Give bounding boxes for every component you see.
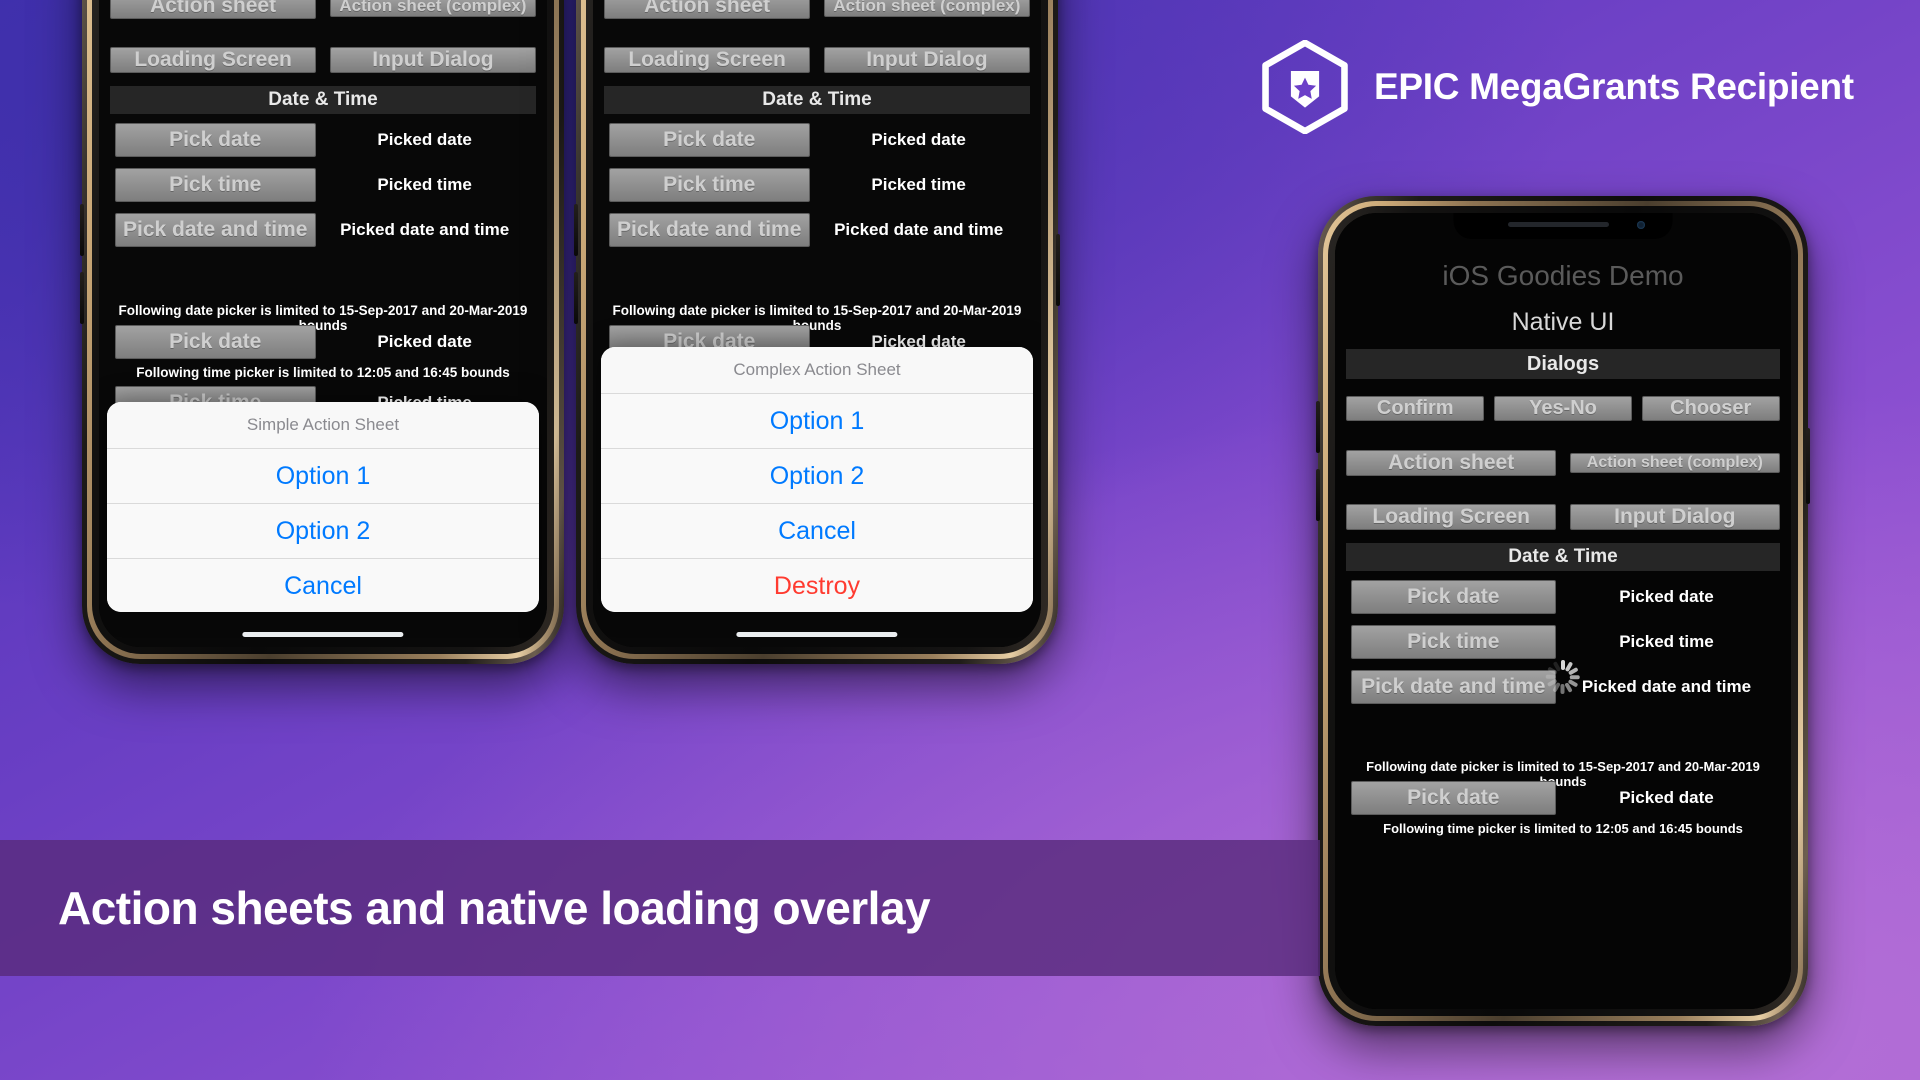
earpiece-speaker [1508,222,1609,227]
dialog-buttons-row-2: Action sheet Action sheet (complex) [110,0,536,24]
dialog-buttons-row-3-r: Loading Screen Input Dialog [1346,499,1780,535]
bounded-pick-date-button[interactable]: Pick date [114,325,316,359]
action-sheet-complex-button[interactable]: Action sheet (complex) [1570,453,1780,473]
picked-date-and-time-label: Picked date and time [834,220,1004,239]
epic-megagrants-badge: EPIC MegaGrants Recipient [1258,39,1854,135]
phone-middle: Confirm Yes-No Chooser Action sheet Acti… [574,0,1060,664]
chooser-button[interactable]: Chooser [1641,395,1780,421]
confirm-button[interactable]: Confirm [1346,395,1485,421]
picked-time-label: Picked time [1619,632,1714,651]
epic-megagrants-shield-hexagon-icon [1258,39,1352,135]
datetime-section-header: Date & Time [110,86,536,114]
pick-date-row: Pick date Picked date [608,123,1028,157]
phone-left-screen: Confirm Yes-No Chooser Action sheet Acti… [99,0,547,647]
app-screen-right: iOS Goodies Demo Native UI Dialogs Confi… [1335,213,1791,1009]
phone-middle-volume-down-button[interactable] [574,272,578,324]
pick-datetime-row: Pick date and time Picked date and time [114,213,534,247]
phone-middle-screen: Confirm Yes-No Chooser Action sheet Acti… [593,0,1041,647]
pick-date-row: Pick date Picked date [1350,580,1777,614]
pick-time-button[interactable]: Pick time [608,168,810,202]
pick-time-button[interactable]: Pick time [114,168,316,202]
caption-banner: Action sheets and native loading overlay [0,840,1320,976]
action-sheet-button[interactable]: Action sheet [1346,450,1556,476]
input-dialog-button[interactable]: Input Dialog [1570,504,1780,530]
bounded-pick-date-row: Pick date Picked date [114,325,534,359]
phone-right: iOS Goodies Demo Native UI Dialogs Confi… [1316,196,1810,1026]
app-title: iOS Goodies Demo [1442,260,1684,291]
app-screen-left: Confirm Yes-No Chooser Action sheet Acti… [99,0,547,647]
loading-screen-button[interactable]: Loading Screen [110,47,316,73]
app-screen-middle: Confirm Yes-No Chooser Action sheet Acti… [593,0,1041,647]
pick-date-button[interactable]: Pick date [1350,580,1556,614]
dialog-buttons-row-2-m: Action sheet Action sheet (complex) [604,0,1030,24]
pick-date-row: Pick date Picked date [114,123,534,157]
phone-right-volume-down-button[interactable] [1316,469,1320,521]
epic-megagrants-label: EPIC MegaGrants Recipient [1374,66,1854,107]
picked-date-and-time-label: Picked date and time [1581,677,1752,696]
input-dialog-button[interactable]: Input Dialog [824,47,1030,73]
datetime-section-header: Date & Time [604,86,1030,114]
simple-action-sheet-option-1[interactable]: Option 1 [107,448,539,503]
pick-date-and-time-button[interactable]: Pick date and time [114,213,316,247]
pick-date-and-time-button[interactable]: Pick date and time [1350,670,1556,704]
complex-action-sheet: Complex Action Sheet Option 1 Option 2 C… [601,347,1033,612]
phone-left: Confirm Yes-No Chooser Action sheet Acti… [80,0,564,664]
loading-screen-button[interactable]: Loading Screen [1346,504,1556,530]
loading-screen-button[interactable]: Loading Screen [604,47,810,73]
yes-no-button[interactable]: Yes-No [1494,395,1632,421]
action-sheet-complex-button[interactable]: Action sheet (complex) [824,0,1030,17]
action-sheet-complex-button[interactable]: Action sheet (complex) [330,0,536,17]
phone-right-power-button[interactable] [1806,428,1810,504]
native-ui-section-title: Native UI [1511,308,1615,336]
complex-action-sheet-option-1[interactable]: Option 1 [601,393,1033,448]
pick-time-row: Pick time Picked time [114,168,534,202]
pick-datetime-row: Pick date and time Picked date and time [608,213,1028,247]
home-indicator-middle [736,632,898,637]
bounded-pick-date-row: Pick date Picked date [1350,781,1777,815]
pick-date-button[interactable]: Pick date [114,123,316,157]
dialog-buttons-row-1-r: Confirm Yes-No Chooser [1346,390,1780,426]
pick-date-button[interactable]: Pick date [608,123,810,157]
complex-action-sheet-option-2[interactable]: Option 2 [601,448,1033,503]
picked-date-label: Picked date [377,130,472,149]
simple-action-sheet: Simple Action Sheet Option 1 Option 2 Ca… [107,402,539,612]
picked-time-label: Picked time [871,175,966,194]
home-indicator-left [242,632,404,637]
dialog-buttons-row-2-r: Action sheet Action sheet (complex) [1346,445,1780,481]
pick-date-and-time-button[interactable]: Pick date and time [608,213,810,247]
complex-action-sheet-destroy[interactable]: Destroy [601,558,1033,612]
dialog-buttons-row-3: Loading Screen Input Dialog [110,42,536,78]
complex-action-sheet-cancel[interactable]: Cancel [601,503,1033,558]
phone-right-volume-up-button[interactable] [1316,401,1320,453]
datetime-section-header: Date & Time [1346,543,1780,571]
caption-banner-text: Action sheets and native loading overlay [58,882,931,934]
pick-time-button[interactable]: Pick time [1350,625,1556,659]
simple-action-sheet-option-2[interactable]: Option 2 [107,503,539,558]
phone-middle-volume-up-button[interactable] [574,204,578,256]
picked-date-label: Picked date [1619,587,1714,606]
simple-action-sheet-title: Simple Action Sheet [107,402,539,448]
dialogs-section-header: Dialogs [1346,349,1780,379]
phone-left-volume-down-button[interactable] [80,272,84,324]
complex-action-sheet-title: Complex Action Sheet [601,347,1033,393]
phone-right-screen: iOS Goodies Demo Native UI Dialogs Confi… [1335,213,1791,1009]
phone-middle-power-button[interactable] [1056,234,1060,306]
picked-time-label: Picked time [377,175,472,194]
time-bounds-note: Following time picker is limited to 12:0… [136,365,510,380]
input-dialog-button[interactable]: Input Dialog [330,47,536,73]
action-sheet-button[interactable]: Action sheet [604,0,810,19]
phone-left-volume-up-button[interactable] [80,204,84,256]
picked-date-and-time-label: Picked date and time [340,220,510,239]
action-sheet-button[interactable]: Action sheet [110,0,316,19]
bounded-picked-date-label: Picked date [1619,788,1714,807]
bounded-picked-date-label: Picked date [377,332,472,351]
bounded-pick-date-button[interactable]: Pick date [1350,781,1556,815]
time-bounds-note: Following time picker is limited to 12:0… [1383,821,1743,836]
pick-time-row: Pick time Picked time [608,168,1028,202]
pick-time-row: Pick time Picked time [1350,625,1777,659]
simple-action-sheet-cancel[interactable]: Cancel [107,558,539,612]
picked-date-label: Picked date [871,130,966,149]
dialog-buttons-row-3-m: Loading Screen Input Dialog [604,42,1030,78]
